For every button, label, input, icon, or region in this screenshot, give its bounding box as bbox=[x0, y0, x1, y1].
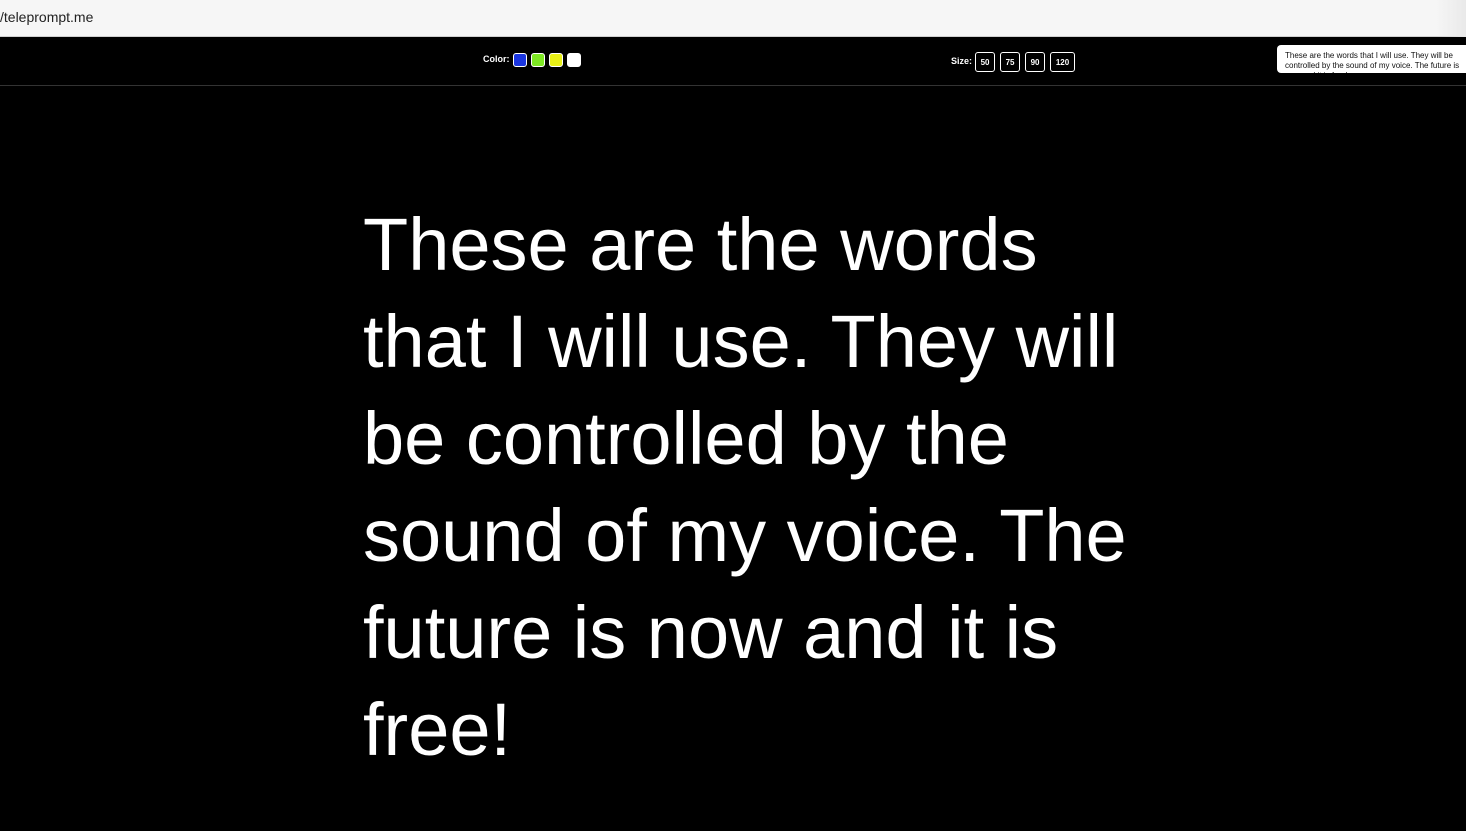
size-button-75[interactable]: 75 bbox=[1000, 52, 1021, 72]
size-picker: Size: 50 75 90 120 bbox=[951, 52, 1080, 72]
url-bar-fade bbox=[1436, 0, 1466, 37]
color-picker: Color: bbox=[483, 53, 585, 67]
color-swatch-yellow[interactable] bbox=[548, 53, 563, 67]
size-label: Size: bbox=[951, 55, 973, 66]
color-swatch-green[interactable] bbox=[530, 53, 545, 67]
color-swatch-blue[interactable] bbox=[512, 53, 527, 67]
color-swatch-white[interactable] bbox=[566, 53, 581, 67]
browser-url-bar[interactable]: /teleprompt.me bbox=[0, 0, 1466, 37]
url-text[interactable]: /teleprompt.me bbox=[0, 9, 93, 25]
size-button-50[interactable]: 50 bbox=[975, 52, 996, 72]
teleprompter-toolbar: Color: Size: 50 75 90 120 These are the … bbox=[0, 37, 1466, 86]
script-text-input[interactable]: These are the words that I will use. The… bbox=[1277, 45, 1466, 73]
size-button-90[interactable]: 90 bbox=[1025, 52, 1046, 72]
size-button-120[interactable]: 120 bbox=[1050, 52, 1076, 72]
color-label: Color: bbox=[483, 53, 510, 64]
teleprompter-text: These are the words that I will use. The… bbox=[363, 203, 1127, 771]
